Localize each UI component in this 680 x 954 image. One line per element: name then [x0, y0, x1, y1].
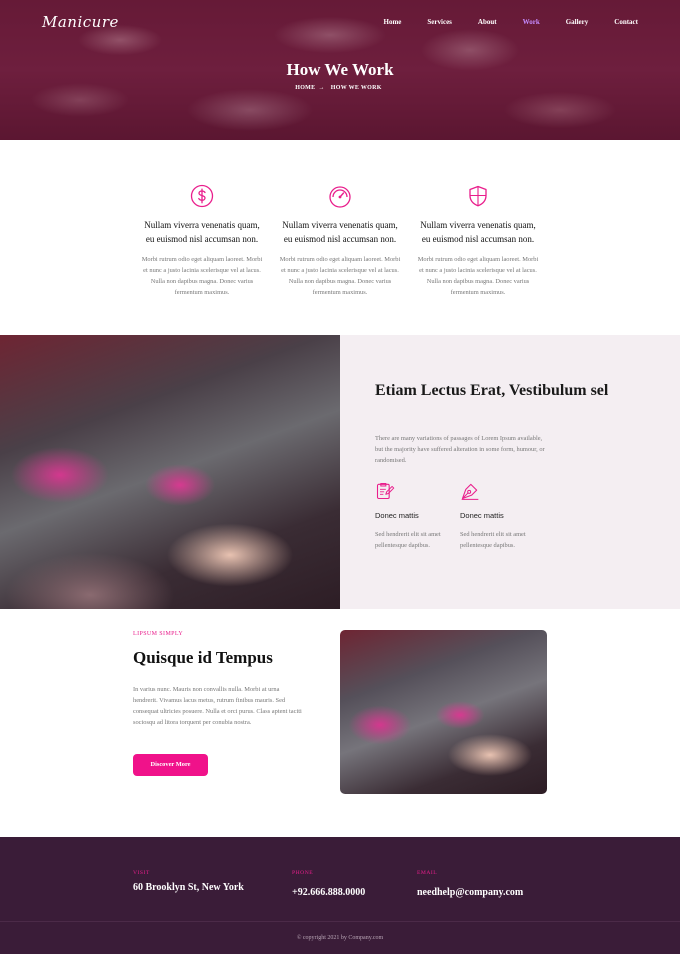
- site-footer: VISIT 60 Brooklyn St, New York PHONE +92…: [0, 837, 680, 954]
- nav-services[interactable]: Services: [427, 18, 452, 26]
- about-section: LIPSUM SIMPLY Quisque id Tempus In variu…: [0, 609, 680, 837]
- breadcrumb-home[interactable]: HOME: [295, 85, 315, 91]
- process-item-title: Donec mattis: [375, 511, 419, 520]
- dollar-circle-icon: [190, 184, 214, 208]
- process-title: Etiam Lectus Erat, Vestibulum sel: [375, 382, 609, 399]
- footer-label: VISIT: [133, 870, 150, 876]
- page-title: How We Work: [286, 60, 394, 79]
- feature-card: Nullam viverra venenatis quam, eu euismo…: [417, 184, 539, 298]
- process-section: Etiam Lectus Erat, Vestibulum sel There …: [0, 335, 680, 609]
- process-item: Donec mattis Sed hendrerit elit sit amet…: [375, 481, 445, 551]
- footer-divider: [0, 921, 680, 922]
- process-item: Donec mattis Sed hendrerit elit sit amet…: [460, 481, 530, 551]
- discover-more-button[interactable]: Discover More: [133, 754, 208, 776]
- site-logo[interactable]: Manicure: [42, 13, 119, 31]
- features-section: Nullam viverra venenatis quam, eu euismo…: [0, 140, 680, 335]
- hero-banner: Manicure Home Services About Work Galler…: [0, 0, 680, 140]
- feature-title: Nullam viverra venenatis quam, eu euismo…: [282, 220, 398, 244]
- footer-visit: VISIT 60 Brooklyn St, New York: [133, 870, 244, 893]
- pen-nib-icon: [461, 483, 479, 500]
- copyright: © copyright 2021 by Company.com: [296, 935, 384, 941]
- breadcrumb: HOME → HOW WE WORK: [0, 85, 680, 91]
- footer-phone-link[interactable]: +92.666.888.0000: [292, 887, 365, 898]
- about-title: Quisque id Tempus: [133, 648, 273, 667]
- footer-address: 60 Brooklyn St, New York: [133, 882, 244, 893]
- footer-email: EMAIL needhelp@company.com: [417, 870, 523, 900]
- process-item-title: Donec mattis: [460, 511, 504, 520]
- feature-title: Nullam viverra venenatis quam, eu euismo…: [420, 220, 536, 244]
- manicure-photo-rounded: [340, 630, 547, 794]
- nav-about[interactable]: About: [478, 18, 497, 26]
- feature-text: Morbi rutrum odio eget aliquam laoreet. …: [279, 256, 401, 296]
- process-content: Etiam Lectus Erat, Vestibulum sel There …: [340, 335, 680, 609]
- process-item-text: Sed hendrerit elit sit amet pellentesque…: [460, 531, 526, 549]
- nav-gallery[interactable]: Gallery: [566, 18, 589, 26]
- shield-icon: [469, 185, 487, 207]
- clipboard-edit-icon: [376, 483, 395, 500]
- footer-label: PHONE: [292, 870, 314, 876]
- manicure-photo: [0, 335, 340, 609]
- process-item-text: Sed hendrerit elit sit amet pellentesque…: [375, 531, 441, 549]
- footer-phone: PHONE +92.666.888.0000: [292, 870, 365, 900]
- nav-work[interactable]: Work: [523, 18, 540, 26]
- about-text: In varius nunc. Mauris non convallis nul…: [133, 686, 302, 726]
- feature-text: Morbi rutrum odio eget aliquam laoreet. …: [141, 256, 263, 296]
- feature-title: Nullam viverra venenatis quam, eu euismo…: [144, 220, 260, 244]
- nav-contact[interactable]: Contact: [614, 18, 638, 26]
- main-nav: Home Services About Work Gallery Contact: [358, 18, 638, 26]
- speedometer-icon: [329, 186, 351, 208]
- feature-card: Nullam viverra venenatis quam, eu euismo…: [141, 184, 263, 298]
- nav-home[interactable]: Home: [384, 18, 402, 26]
- breadcrumb-current: HOW WE WORK: [330, 85, 382, 91]
- process-text: There are many variations of passages of…: [375, 435, 545, 464]
- footer-label: EMAIL: [417, 870, 438, 876]
- breadcrumb-arrow-icon: →: [318, 85, 325, 91]
- section-kicker: LIPSUM SIMPLY: [133, 631, 184, 637]
- feature-text: Morbi rutrum odio eget aliquam laoreet. …: [417, 256, 539, 296]
- footer-email-link[interactable]: needhelp@company.com: [417, 887, 523, 898]
- feature-card: Nullam viverra venenatis quam, eu euismo…: [279, 184, 401, 298]
